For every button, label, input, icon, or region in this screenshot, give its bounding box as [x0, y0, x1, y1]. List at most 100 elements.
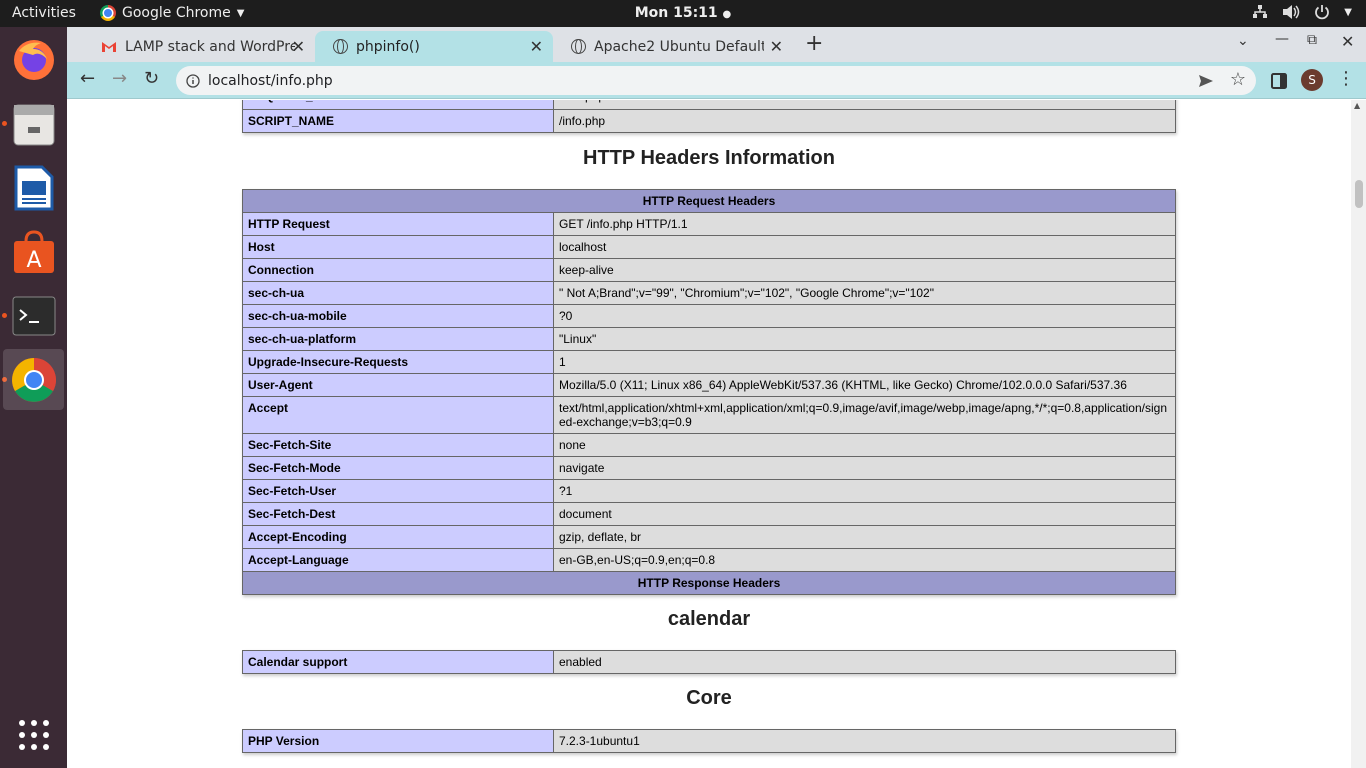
minimize-button[interactable]: — [1275, 31, 1289, 47]
row-value: /info.php [553, 109, 1176, 133]
table-header-row: HTTP Response Headers [242, 571, 1176, 595]
row-key: PHP Version [242, 729, 554, 753]
dock-google-chrome[interactable] [3, 349, 64, 410]
table-row: Sec-Fetch-User ?1 [242, 479, 1176, 503]
maximize-button[interactable]: ⧉ [1307, 32, 1317, 48]
table-row: Sec-Fetch-Dest document [242, 502, 1176, 526]
send-tab-icon[interactable] [1198, 73, 1214, 89]
row-value: "Linux" [553, 327, 1176, 351]
ubuntu-software-icon: A [13, 229, 54, 273]
back-button[interactable]: ← [80, 68, 95, 89]
system-tray[interactable]: ▼ [1252, 4, 1352, 20]
row-key: HTTP Request [242, 212, 554, 236]
chevron-down-icon: ▼ [236, 7, 245, 19]
info-icon [186, 74, 200, 88]
row-value: keep-alive [553, 258, 1176, 282]
dock-firefox[interactable] [3, 29, 64, 90]
row-key: Connection [242, 258, 554, 282]
table-row: sec-ch-ua-platform "Linux" [242, 327, 1176, 351]
section-heading-http-headers: HTTP Headers Information [583, 147, 835, 169]
section-heading-core: Core [686, 687, 732, 709]
dock-libreoffice-writer[interactable] [3, 157, 64, 218]
row-value: ?1 [553, 479, 1176, 503]
address-bar[interactable]: localhost/info.php ☆ [176, 66, 1256, 95]
tab-search-chevron-icon[interactable]: ⌄ [1237, 33, 1249, 49]
power-icon [1315, 5, 1330, 20]
app-menu[interactable]: Google Chrome ▼ [100, 5, 244, 21]
row-key: Sec-Fetch-Mode [242, 456, 554, 480]
reload-button[interactable]: ↻ [144, 68, 159, 89]
new-tab-button[interactable]: + [805, 31, 823, 56]
row-value: gzip, deflate, br [553, 525, 1176, 549]
row-key: Accept [242, 396, 554, 434]
row-value: 1 [553, 350, 1176, 374]
row-key: Sec-Fetch-Site [242, 433, 554, 457]
chrome-icon [100, 5, 116, 21]
dock-terminal[interactable] [3, 285, 64, 346]
row-key: REQUEST_URI [242, 100, 554, 110]
close-tab-icon[interactable]: ✕ [770, 37, 783, 56]
scroll-up-arrow-icon[interactable]: ▲ [1354, 101, 1360, 110]
terminal-icon [12, 296, 55, 335]
row-value: localhost [553, 235, 1176, 259]
forward-button[interactable]: → [112, 68, 127, 89]
row-value: " Not A;Brand";v="99", "Chromium";v="102… [553, 281, 1176, 305]
http-headers-table: HTTP Request Headers HTTP Request GET /in… [242, 189, 1176, 595]
page-scrollbar[interactable]: ▲ [1351, 100, 1366, 768]
table-header-row: HTTP Request Headers [242, 189, 1176, 213]
table-row: Sec-Fetch-Site none [242, 433, 1176, 457]
section-heading-calendar: calendar [667, 608, 751, 630]
dock-files[interactable] [3, 93, 64, 154]
row-value: /info.php [553, 100, 1176, 110]
row-value: none [553, 433, 1176, 457]
globe-icon [333, 39, 348, 54]
tray-chevron-down-icon: ▼ [1344, 6, 1352, 18]
close-tab-icon[interactable]: ✕ [530, 37, 543, 56]
tab-title: phpinfo() [356, 38, 420, 55]
tab-phpinfo[interactable]: phpinfo() ✕ [315, 31, 553, 62]
volume-icon [1283, 5, 1300, 19]
table-row: Calendar support enabled [242, 650, 1176, 674]
google-chrome-icon [11, 357, 56, 402]
environment-table: REQUEST_URI /info.php SCRIPT_NAME /info.… [242, 100, 1176, 133]
table-row: Accept-Encoding gzip, deflate, br [242, 525, 1176, 549]
app-grid-icon [18, 719, 49, 750]
app-menu-label: Google Chrome [122, 5, 231, 21]
row-key: sec-ch-ua [242, 281, 554, 305]
scrollbar-thumb[interactable] [1355, 180, 1363, 208]
row-value: GET /info.php HTTP/1.1 [553, 212, 1176, 236]
tab-apache2-default[interactable]: Apache2 Ubuntu Default Page ✕ [553, 31, 793, 62]
row-value: enabled [553, 650, 1176, 674]
table-row: Sec-Fetch-Mode navigate [242, 456, 1176, 480]
clock-label[interactable]: Mon 15:11 [635, 5, 718, 21]
side-panel-icon[interactable] [1271, 73, 1287, 89]
menu-icon[interactable]: ⋮ [1337, 68, 1355, 89]
table-row: User-Agent Mozilla/5.0 (X11; Linux x86_64… [242, 373, 1176, 397]
close-window-button[interactable]: ✕ [1341, 32, 1354, 51]
http-request-headers-header: HTTP Request Headers [242, 189, 1176, 213]
activities-button[interactable]: Activities [12, 5, 76, 21]
row-key: sec-ch-ua-mobile [242, 304, 554, 328]
table-row: Accept text/html,application/xhtml+xml,ap… [242, 396, 1176, 434]
http-response-headers-header: HTTP Response Headers [242, 571, 1176, 595]
row-key: Host [242, 235, 554, 259]
table-row: SCRIPT_NAME /info.php [242, 109, 1176, 133]
show-applications-button[interactable] [3, 704, 64, 765]
gmail-icon [102, 41, 116, 52]
dock-ubuntu-software[interactable]: A [3, 221, 64, 282]
row-key: SCRIPT_NAME [242, 109, 554, 133]
tab-strip: LAMP stack and WordPress ✕ phpinfo() ✕ A… [67, 27, 1366, 62]
tab-lamp-stack[interactable]: LAMP stack and WordPress ✕ [83, 31, 315, 62]
bookmark-star-icon[interactable]: ☆ [1230, 69, 1246, 90]
row-value: ?0 [553, 304, 1176, 328]
row-key: Upgrade-Insecure-Requests [242, 350, 554, 374]
profile-avatar[interactable]: S [1301, 69, 1323, 91]
page-viewport: REQUEST_URI /info.php SCRIPT_NAME /info.… [67, 100, 1351, 768]
close-tab-icon[interactable]: ✕ [292, 37, 305, 56]
row-value: Mozilla/5.0 (X11; Linux x86_64) AppleWeb… [553, 373, 1176, 397]
row-value: navigate [553, 456, 1176, 480]
row-value: document [553, 502, 1176, 526]
table-row: PHP Version 7.2.3-1ubuntu1 [242, 729, 1176, 753]
table-row: HTTP Request GET /info.php HTTP/1.1 [242, 212, 1176, 236]
row-value: 7.2.3-1ubuntu1 [553, 729, 1176, 753]
